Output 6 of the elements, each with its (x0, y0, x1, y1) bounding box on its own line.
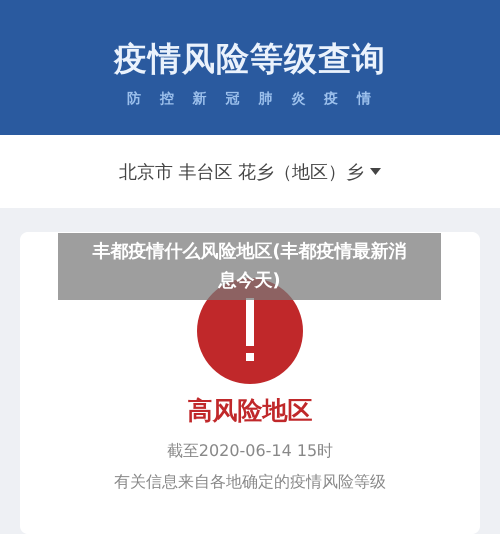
info-note: 有关信息来自各地确定的疫情风险等级 (114, 472, 386, 493)
caret-icon (370, 168, 382, 175)
page-subtitle: 防 控 新 冠 肺 炎 疫 情 (126, 90, 374, 108)
page-title: 疫情风险等级查询 (114, 38, 386, 80)
risk-level-label: 高风险地区 (188, 395, 312, 427)
update-time: 截至2020-06-14 15时 (166, 441, 334, 462)
